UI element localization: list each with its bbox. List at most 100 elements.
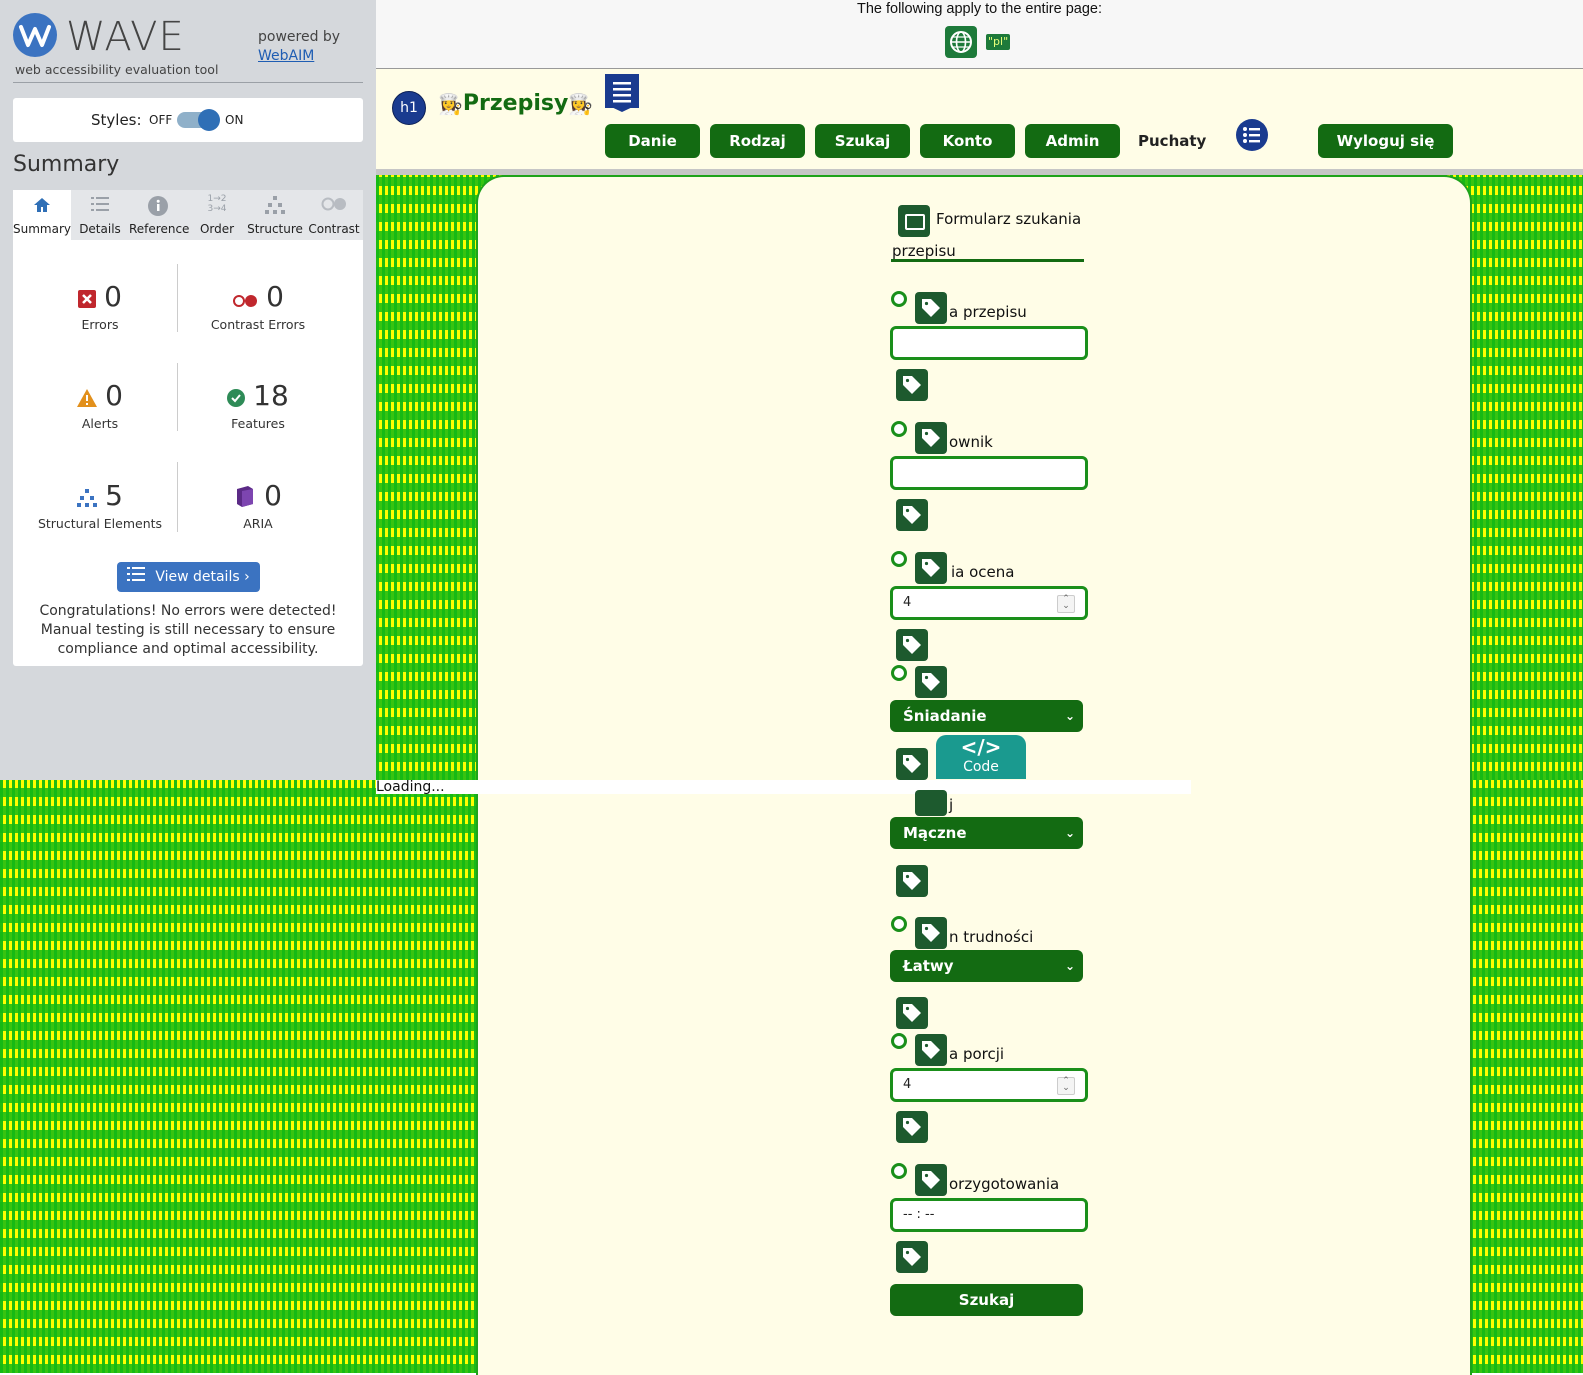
tab-details[interactable]: Details [71, 190, 129, 240]
nav-user-name: Puchaty [1138, 132, 1207, 150]
wave-logo-icon [13, 13, 57, 57]
label-tag-icon [915, 1164, 947, 1196]
label-marker-icon [891, 421, 907, 437]
alerts-count: 0 [105, 379, 123, 412]
feature-icon [227, 381, 246, 414]
tab-label: Summary [13, 222, 71, 236]
congrats-message: Congratulations! No errors were detected… [39, 603, 337, 657]
search-submit-button[interactable]: Szukaj [890, 1284, 1083, 1316]
portions-label: a porcji [949, 1045, 1005, 1063]
alert-icon [77, 381, 98, 414]
user-input[interactable] [890, 456, 1088, 490]
toggle-knob [198, 109, 220, 131]
label-marker-icon [891, 551, 907, 567]
wave-sidebar: WAVE web accessibility evaluation tool p… [0, 0, 376, 780]
difficulty-select[interactable]: Łatwy ⌄ [890, 950, 1083, 982]
label-tag-icon [915, 666, 947, 698]
list-icon [71, 196, 129, 216]
label-tag-icon [896, 1111, 928, 1143]
contrast-errors-count: 0 [266, 280, 284, 313]
structure-icon [77, 481, 98, 514]
spinner-icon[interactable]: ⌃ ⌄ [1057, 1077, 1075, 1095]
styles-off-label: OFF [149, 113, 173, 127]
recipe-name-label: a przepisu [949, 303, 1027, 321]
contrast-errors-stat[interactable]: 0 Contrast Errors [178, 280, 338, 332]
chef-icon: 👩‍🍳 [438, 92, 463, 116]
portions-value: 4 [903, 1077, 912, 1092]
portions-input[interactable]: 4 ⌃ ⌄ [890, 1068, 1088, 1102]
spinner-icon[interactable]: ⌃ ⌄ [1057, 595, 1075, 613]
meal-selected-value: Śniadanie [903, 707, 987, 725]
chevron-down-icon: ⌄ [1064, 959, 1075, 973]
nav-rodzaj[interactable]: Rodzaj [710, 124, 805, 158]
tab-reference[interactable]: Reference [129, 190, 190, 240]
tab-structure[interactable]: Structure [246, 190, 304, 240]
tab-summary[interactable]: Summary [13, 190, 71, 240]
tab-label: Structure [247, 222, 303, 236]
styles-toggle[interactable] [177, 109, 220, 131]
label-tag-icon [896, 629, 928, 661]
nav-szukaj[interactable]: Szukaj [815, 124, 910, 158]
site-title-text: Przepisy [462, 91, 569, 116]
logout-button[interactable]: Wyloguj się [1318, 124, 1453, 158]
tab-order[interactable]: 1→2 3→4 Order [188, 190, 246, 240]
prep-time-value: -- : -- [903, 1207, 935, 1222]
h1-icon[interactable]: h1 [392, 91, 426, 125]
info-icon [129, 196, 187, 216]
rating-input[interactable]: 4 ⌃ ⌄ [890, 586, 1088, 620]
label-marker-icon [891, 1033, 907, 1049]
tab-label: Reference [129, 222, 190, 236]
features-count: 18 [253, 379, 289, 412]
recipe-name-input[interactable] [890, 326, 1088, 360]
structural-label: Structural Elements [37, 515, 163, 531]
lang-tag: "pl" [986, 34, 1011, 50]
type-select[interactable]: Mączne ⌄ [890, 817, 1083, 849]
errors-label: Errors [81, 316, 119, 332]
contrast-error-icon [232, 282, 258, 315]
features-stat[interactable]: 18 Features [178, 379, 338, 431]
alerts-stat[interactable]: 0 Alerts [20, 379, 180, 431]
errors-stat[interactable]: 0 Errors [20, 280, 180, 332]
webaim-link[interactable]: WebAIM [258, 48, 314, 64]
prep-time-input[interactable]: -- : -- [890, 1198, 1088, 1232]
label-tag-icon [896, 369, 928, 401]
tab-contrast[interactable]: Contrast [305, 190, 363, 240]
fieldset-icon [898, 205, 930, 237]
nav-konto[interactable]: Konto [920, 124, 1015, 158]
list-icon[interactable] [1236, 119, 1268, 151]
label-marker-icon [891, 1163, 907, 1179]
label-tag-icon [896, 865, 928, 897]
structure-icon [246, 196, 304, 216]
view-details-label: View details › [155, 569, 250, 585]
difficulty-selected-value: Łatwy [903, 957, 954, 975]
chef-icon: 👩‍🍳 [568, 92, 594, 116]
label-marker-icon [891, 916, 907, 932]
site-header: h1 👩‍🍳Przepisy👩‍🍳 Danie Rodzaj Szukaj Ko… [376, 69, 1583, 175]
view-details-button[interactable]: View details › [117, 562, 260, 592]
difficulty-label: n trudności [949, 928, 1034, 946]
contrast-icon [305, 196, 363, 216]
loading-text: Loading... [376, 780, 1191, 794]
type-label: j [949, 796, 954, 814]
rating-label: ia ocena [951, 563, 1015, 581]
language-icon[interactable] [945, 26, 977, 58]
styles-toggle-panel: Styles: OFF ON [13, 98, 363, 142]
errors-count: 0 [104, 280, 122, 313]
styles-label: Styles: [91, 111, 142, 129]
list-icon [127, 562, 146, 592]
contrast-errors-label: Contrast Errors [210, 316, 306, 332]
nav-danie[interactable]: Danie [605, 124, 700, 158]
aria-stat[interactable]: 0 ARIA [178, 479, 338, 531]
aria-label: ARIA [243, 515, 273, 531]
label-tag-icon [915, 1034, 947, 1066]
structural-count: 5 [105, 479, 123, 512]
page-level-bar: The following apply to the entire page: … [376, 0, 1583, 69]
summary-panel: 0 Errors 0 Contrast Errors 0 Alerts 18 F… [13, 240, 363, 666]
meal-select[interactable]: Śniadanie ⌄ [890, 700, 1083, 732]
structural-stat[interactable]: 5 Structural Elements [20, 479, 180, 531]
nav-admin[interactable]: Admin [1025, 124, 1120, 158]
tab-label: Order [199, 222, 235, 236]
code-toggle-button[interactable]: </> Code [936, 735, 1026, 779]
navigation-icon[interactable] [605, 74, 639, 112]
divider [13, 82, 363, 83]
